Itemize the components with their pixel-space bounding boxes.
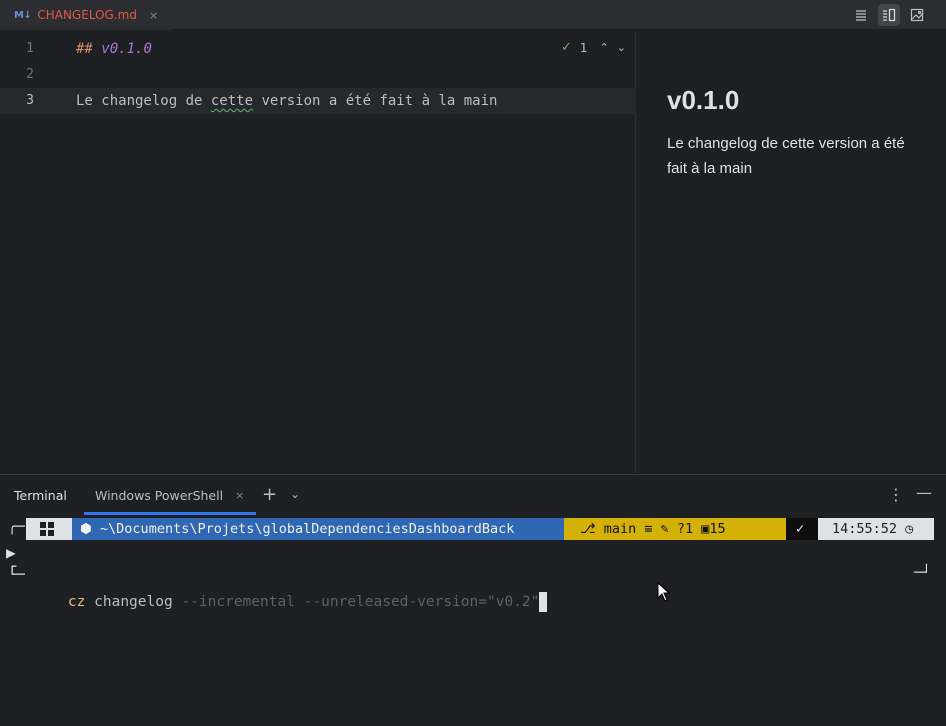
tab-underline xyxy=(0,28,172,30)
editor-line-current[interactable]: 3 Le changelog de cette version a été fa… xyxy=(0,88,636,114)
prompt-git-segment: ⎇ main ≡ ✎ ?1 ▣15 xyxy=(564,518,786,540)
close-tab-icon[interactable]: × xyxy=(149,9,158,22)
terminal-output[interactable]: ╭─ ⬢ ~\Documents\Projets\globalDependenc… xyxy=(0,515,946,726)
git-stash-count: 15 xyxy=(709,521,726,537)
editor-only-icon xyxy=(856,10,866,21)
chevron-down-icon[interactable]: ⌄ xyxy=(617,41,626,54)
prompt-line: ⬢ ~\Documents\Projets\globalDependencies… xyxy=(0,518,946,540)
close-tab-icon[interactable]: × xyxy=(235,489,244,502)
prompt-time-segment: 14:55:52 ◷ xyxy=(818,518,934,540)
split-view-button[interactable] xyxy=(878,4,900,26)
command-line[interactable]: cz changelog --incremental --unreleased-… xyxy=(33,572,548,632)
heading-text: v0.1.0 xyxy=(101,41,152,57)
line-number: 1 xyxy=(26,41,34,56)
file-tab-changelog[interactable]: M↓ CHANGELOG.md × xyxy=(0,0,172,30)
prompt-status-segment: ✓ xyxy=(786,518,818,540)
file-tab-label: CHANGELOG.md xyxy=(37,8,137,22)
chevron-down-icon[interactable]: ⌄ xyxy=(290,487,300,501)
preview-only-button[interactable] xyxy=(906,4,928,26)
code-line: Le changelog de cette version a été fait… xyxy=(76,88,497,114)
code-text: version a été fait à la main xyxy=(253,93,498,109)
heading-marker: ## xyxy=(76,41,102,57)
command-suggestion: --incremental --unreleased-version="v0.2… xyxy=(181,594,540,610)
git-status: ≡ ✎ ?1 xyxy=(644,521,694,537)
terminal-header: Terminal Windows PowerShell × + ⌄ ⋮ — xyxy=(0,474,946,515)
prompt-frame-right: ─┘ xyxy=(914,565,931,581)
more-options-icon[interactable]: ⋮ xyxy=(888,485,904,504)
split-view-icon xyxy=(883,8,896,22)
editor-only-button[interactable] xyxy=(850,4,872,26)
terminal-tab-label: Windows PowerShell xyxy=(95,487,224,503)
code-text: Le changelog de xyxy=(76,93,211,109)
prompt-time: 14:55:52 xyxy=(832,521,898,537)
editor-line[interactable]: 1 ## v0.1.0 ✓ 1 ⌃ ⌄ xyxy=(0,36,636,62)
preview-only-icon xyxy=(910,8,924,22)
git-branch: main xyxy=(603,521,637,537)
prompt-path: ~\Documents\Projets\globalDependenciesDa… xyxy=(99,521,515,537)
prompt-frame-bottom: └─ xyxy=(8,567,25,583)
clock-icon: ◷ xyxy=(905,521,914,537)
line-number: 3 xyxy=(26,93,34,108)
code-line: ## v0.1.0 xyxy=(76,36,152,62)
folder-icon: ⬢ xyxy=(80,521,100,537)
command-argument: changelog xyxy=(94,594,173,610)
check-icon: ✓ xyxy=(796,521,805,537)
text-cursor xyxy=(539,592,548,612)
view-mode-toolbar xyxy=(850,4,928,26)
new-terminal-button[interactable]: + xyxy=(262,484,277,505)
markdown-editor[interactable]: 1 ## v0.1.0 ✓ 1 ⌃ ⌄ 2 3 Le changelog de … xyxy=(0,31,636,473)
line-number: 2 xyxy=(26,67,34,82)
terminal-tab-powershell[interactable]: Windows PowerShell × xyxy=(84,475,256,515)
editor-line[interactable]: 2 xyxy=(0,62,636,88)
inspection-widget[interactable]: ✓ 1 ⌃ ⌄ xyxy=(561,40,626,55)
inspection-count: 1 xyxy=(579,40,588,55)
windows-icon xyxy=(40,522,54,536)
command-name: cz xyxy=(67,594,86,610)
minimize-icon[interactable]: — xyxy=(916,483,932,502)
mouse-pointer-icon xyxy=(657,582,671,602)
preview-heading: v0.1.0 xyxy=(667,85,740,115)
preview-paragraph: Le changelog de cette version a été fait… xyxy=(667,135,905,177)
terminal-title: Terminal xyxy=(14,488,67,503)
inspection-check-icon: ✓ xyxy=(561,40,572,55)
editor-tab-bar: M↓ CHANGELOG.md × xyxy=(0,0,946,30)
markdown-preview: v0.1.0 Le changelog de cette version a é… xyxy=(637,31,946,473)
chevron-up-icon[interactable]: ⌃ xyxy=(600,41,609,54)
spellcheck-word: cette xyxy=(210,93,254,109)
github-icon: ⎇ xyxy=(580,521,604,537)
prompt-path-segment: ⬢ ~\Documents\Projets\globalDependencies… xyxy=(72,518,564,540)
prompt-os-segment xyxy=(26,518,72,540)
markdown-file-icon: M↓ xyxy=(14,9,32,21)
